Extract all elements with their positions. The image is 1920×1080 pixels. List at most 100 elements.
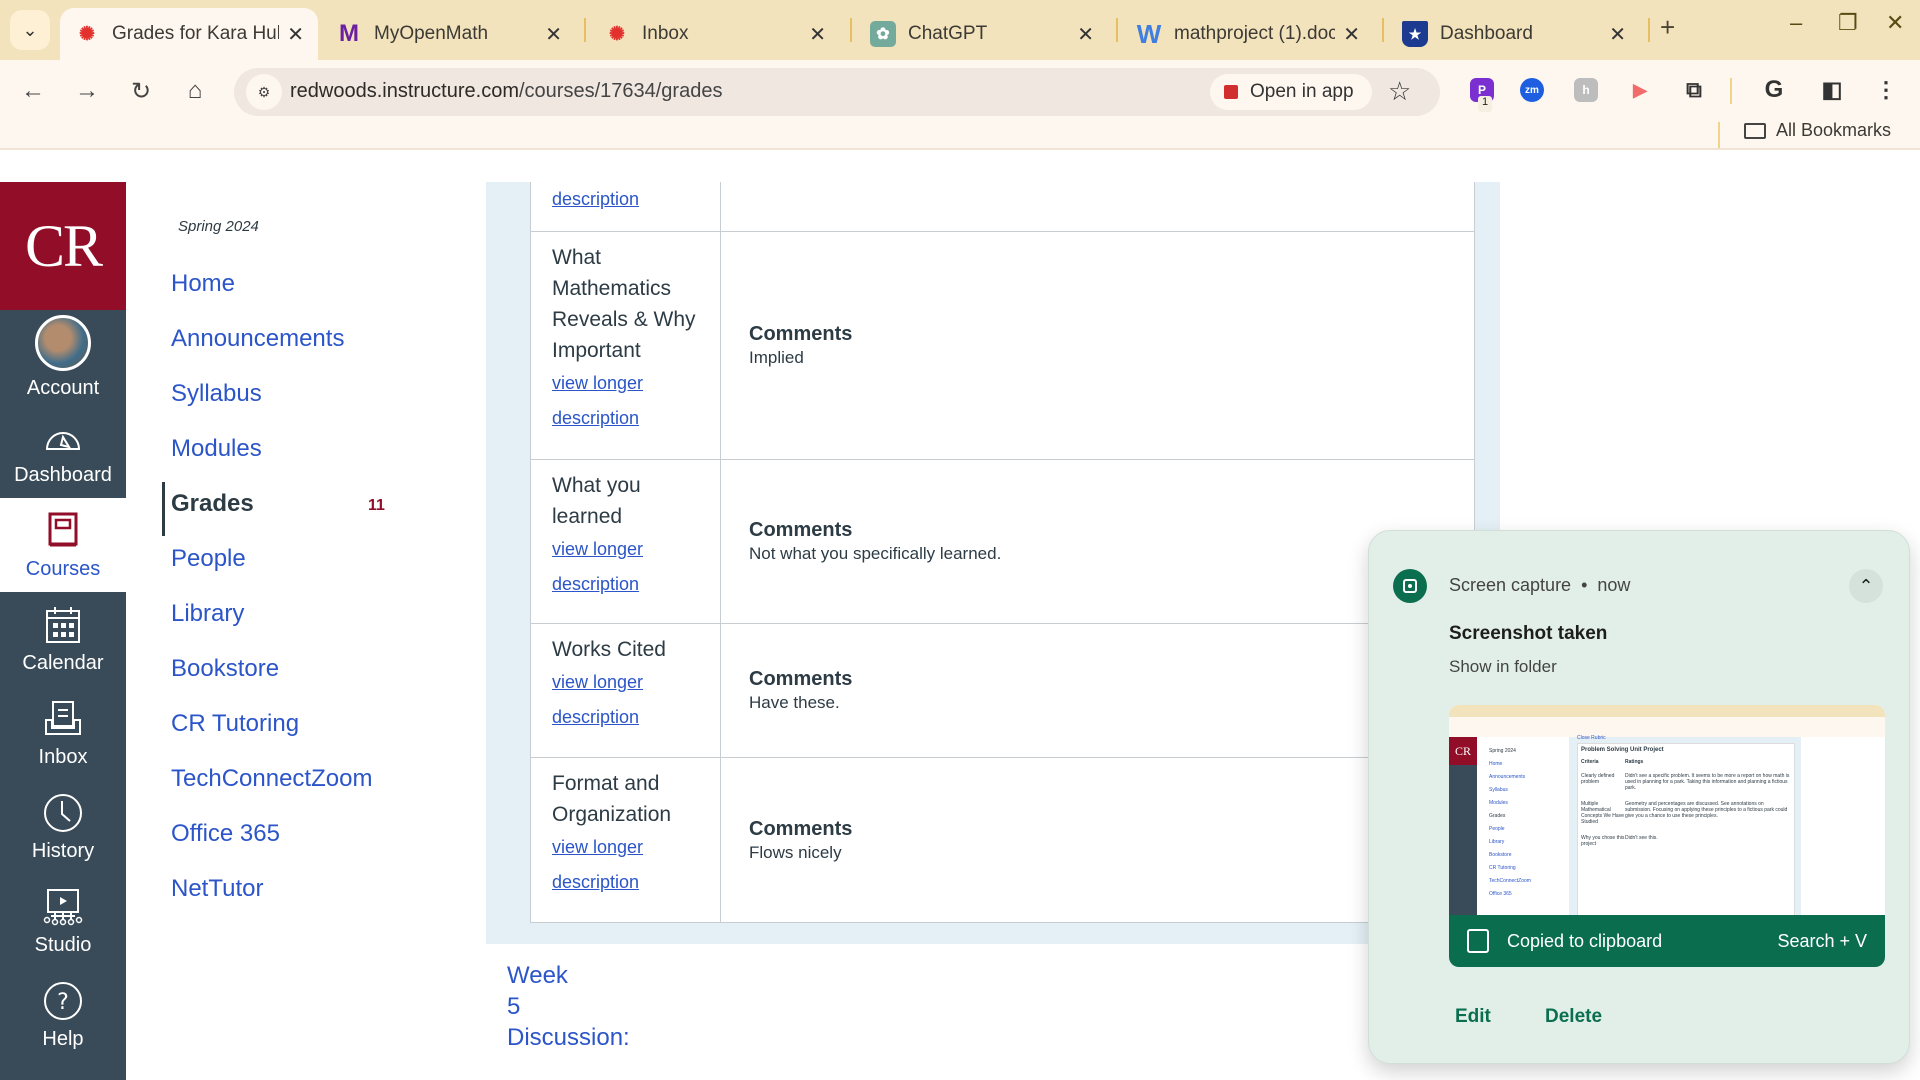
- gnav-help[interactable]: ? Help: [0, 968, 126, 1062]
- gnav-history[interactable]: History: [0, 780, 126, 874]
- comment-text: Flows nicely: [749, 842, 842, 862]
- view-longer-description-link[interactable]: view longer description: [552, 830, 700, 900]
- collapse-button[interactable]: ⌃: [1849, 569, 1883, 603]
- browser-toolbar: ← → ↻ ⌂ ⚙ redwoods.instructure.com/cours…: [0, 60, 1920, 120]
- view-longer-description-link[interactable]: description: [552, 182, 700, 217]
- browser-tab-strip: ⌄ ✺ Grades for Kara Hub ✕ M MyOpenMath ✕…: [0, 0, 1920, 60]
- rating-cell: Comments Have these.: [721, 624, 1474, 757]
- thumb-global-nav: CR: [1449, 737, 1477, 925]
- course-nav-modules[interactable]: Modules: [171, 435, 262, 463]
- college-logo[interactable]: CR: [0, 182, 126, 310]
- new-tab-button[interactable]: +: [1660, 12, 1675, 43]
- screen-capture-icon: [1393, 569, 1427, 603]
- thumb-bookmarks: [1449, 729, 1885, 737]
- term-label: Spring 2024: [178, 218, 259, 235]
- screencast-extension-icon[interactable]: ▶: [1628, 78, 1652, 102]
- criterion-name: Works Cited: [552, 638, 666, 661]
- course-nav-nettutor[interactable]: NetTutor: [171, 875, 263, 903]
- minimize-button[interactable]: ‒: [1790, 10, 1802, 36]
- side-panel-icon[interactable]: ◧: [1820, 77, 1844, 102]
- criterion-name: What Mathematics Reveals & Why Important: [552, 246, 696, 362]
- course-nav-office365[interactable]: Office 365: [171, 820, 280, 848]
- rubric-row: Works Cited view longer description Comme…: [531, 624, 1474, 758]
- comment-text: Not what you specifically learned.: [749, 544, 1002, 563]
- close-tab-icon[interactable]: ✕: [1609, 22, 1626, 47]
- edit-button[interactable]: Edit: [1455, 1006, 1491, 1028]
- tab-dashboard[interactable]: ★ Dashboard ✕: [1388, 8, 1640, 60]
- course-nav-techconnectzoom[interactable]: TechConnectZoom: [171, 765, 372, 793]
- rating-cell: Comments Flows nicely: [721, 758, 1474, 922]
- screenshot-thumbnail[interactable]: CR Spring 2024 Home Announcements Syllab…: [1449, 705, 1885, 925]
- restore-button[interactable]: ❐: [1838, 10, 1858, 36]
- gnav-inbox[interactable]: Inbox: [0, 686, 126, 780]
- course-nav-announcements[interactable]: Announcements: [171, 325, 344, 353]
- canvas-icon: ✺: [79, 23, 95, 45]
- tab-myopenmath[interactable]: M MyOpenMath ✕: [322, 8, 576, 60]
- course-nav-library[interactable]: Library: [171, 600, 244, 628]
- tab-separator: [850, 18, 852, 42]
- chatgpt-icon: ✿: [870, 21, 896, 47]
- gnav-dashboard[interactable]: Dashboard: [0, 404, 126, 498]
- delete-button[interactable]: Delete: [1545, 1006, 1602, 1028]
- show-in-folder-link[interactable]: Show in folder: [1449, 657, 1557, 677]
- criterion-cell: Format and Organization view longer descr…: [531, 758, 721, 922]
- course-nav-grades[interactable]: Grades: [171, 490, 254, 518]
- extension-h-icon[interactable]: h: [1574, 78, 1598, 102]
- close-tab-icon[interactable]: ✕: [287, 22, 304, 47]
- tab-chatgpt[interactable]: ✿ ChatGPT ✕: [856, 8, 1108, 60]
- home-button[interactable]: ⌂: [180, 76, 210, 106]
- all-bookmarks-button[interactable]: All Bookmarks: [1744, 120, 1891, 141]
- course-navigation: Spring 2024 Home Announcements Syllabus …: [126, 182, 486, 1080]
- close-tab-icon[interactable]: ✕: [809, 22, 826, 47]
- address-bar[interactable]: ⚙ redwoods.instructure.com/courses/17634…: [234, 68, 1440, 116]
- back-button[interactable]: ←: [18, 76, 48, 106]
- chevron-down-icon: ⌄: [22, 19, 38, 40]
- rubric-table: description What Mathematics Reveals & W…: [530, 182, 1475, 923]
- close-window-button[interactable]: ✕: [1886, 10, 1904, 36]
- close-tab-icon[interactable]: ✕: [545, 22, 562, 47]
- url-text[interactable]: redwoods.instructure.com/courses/17634/g…: [290, 80, 722, 103]
- forward-button[interactable]: →: [72, 76, 102, 106]
- course-nav-bookstore[interactable]: Bookstore: [171, 655, 279, 683]
- course-nav-people[interactable]: People: [171, 545, 246, 573]
- history-icon: [42, 792, 84, 834]
- gnav-courses[interactable]: Courses: [0, 498, 126, 592]
- reload-icon: ↻: [130, 77, 152, 105]
- comments-heading: Comments: [749, 817, 853, 840]
- course-nav-cr-tutoring[interactable]: CR Tutoring: [171, 710, 299, 738]
- active-indicator: [162, 482, 165, 536]
- menu-kebab-icon[interactable]: ⋮: [1874, 77, 1898, 102]
- course-nav-syllabus[interactable]: Syllabus: [171, 380, 262, 408]
- bookmark-star-icon[interactable]: ☆: [1388, 76, 1411, 107]
- view-longer-description-link[interactable]: view longer description: [552, 665, 700, 735]
- copied-to-clipboard-bar: Copied to clipboard Search + V: [1449, 915, 1885, 967]
- site-info-icon[interactable]: ⚙: [246, 74, 282, 110]
- close-tab-icon[interactable]: ✕: [1077, 22, 1094, 47]
- thumb-tabstrip: [1449, 705, 1885, 717]
- tab-grades[interactable]: ✺ Grades for Kara Hub ✕: [60, 8, 318, 60]
- comments-heading: Comments: [749, 668, 853, 690]
- close-tab-icon[interactable]: ✕: [1343, 22, 1360, 47]
- course-nav-home[interactable]: Home: [171, 270, 235, 298]
- thumb-main: Close Rubric Problem Solving Unit Projec…: [1569, 735, 1801, 925]
- view-longer-description-link[interactable]: view longer description: [552, 366, 700, 436]
- criterion-cell: What Mathematics Reveals & Why Important…: [531, 232, 721, 459]
- gnav-account[interactable]: Account: [0, 310, 126, 404]
- notification-source: Screen capture • now: [1449, 575, 1631, 595]
- help-icon: ?: [42, 980, 84, 1022]
- tab-mathproject[interactable]: W mathproject (1).doc ✕: [1122, 8, 1374, 60]
- gnav-studio[interactable]: Studio: [0, 874, 126, 968]
- reload-button[interactable]: ↻: [126, 76, 156, 106]
- screenshot-notification: Screen capture • now ⌃ Screenshot taken …: [1368, 530, 1910, 1064]
- view-longer-description-link[interactable]: view longer description: [552, 532, 700, 602]
- gnav-calendar[interactable]: Calendar: [0, 592, 126, 686]
- week5-discussion-link[interactable]: Week 5 Discussion:: [507, 960, 630, 1053]
- extensions-puzzle-icon[interactable]: ⧉: [1682, 77, 1706, 102]
- zoom-extension-icon[interactable]: zm: [1520, 78, 1544, 102]
- tab-inbox[interactable]: ✺ Inbox ✕: [590, 8, 840, 60]
- open-in-app-button[interactable]: Open in app: [1210, 74, 1372, 110]
- google-account-icon[interactable]: G: [1762, 76, 1786, 103]
- tab-separator: [1648, 18, 1650, 42]
- tab-search-button[interactable]: ⌄: [10, 10, 50, 50]
- rubric-row: Format and Organization view longer descr…: [531, 758, 1474, 923]
